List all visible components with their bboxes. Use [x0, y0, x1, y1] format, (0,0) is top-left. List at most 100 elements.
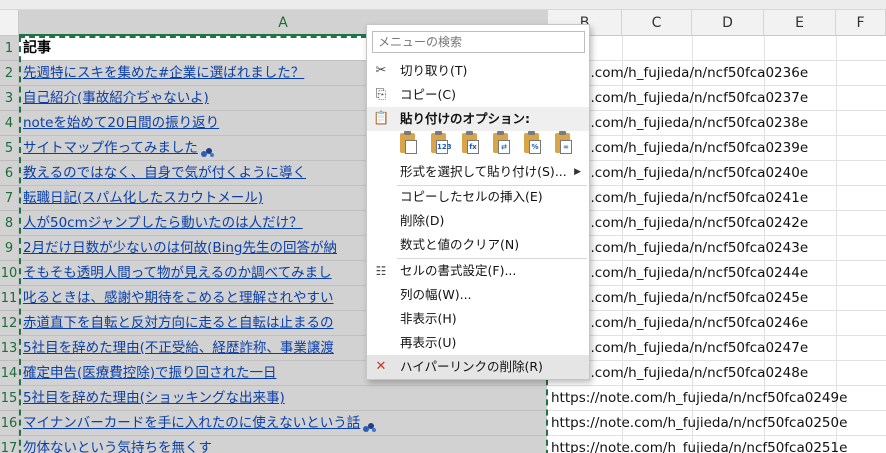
url-cell[interactable]: //note.com/h_fujieda/n/ncf50fca0238e — [548, 111, 886, 136]
clipboard-icon: 📋 — [373, 111, 390, 126]
row-header[interactable]: 7 — [0, 186, 19, 211]
cell-text: 5社目を辞めた理由(ショッキングな出来事) — [23, 390, 285, 406]
menu-item-label: 列の幅(W)... — [400, 287, 472, 302]
row-header[interactable]: 14 — [0, 361, 19, 386]
menu-item-label: 数式と値のクリア(N) — [400, 237, 520, 252]
url-cell[interactable]: //note.com/h_fujieda/n/ncf50fca0241e — [548, 186, 886, 211]
cell-text: 勿体ないという気持ちを無くす — [23, 440, 212, 453]
cell-text: 記事 — [23, 40, 51, 56]
menu-item-label: コピーしたセルの挿入(E) — [400, 189, 543, 204]
menu-item-remove-hyperlinks[interactable]: ✕ ハイパーリンクの削除(R) — [367, 355, 589, 379]
paste-formatting-icon[interactable]: % — [522, 131, 544, 157]
cell-text: 自己紹介(事故紹介ぢゃないよ) — [23, 90, 209, 106]
row-header[interactable]: 16 — [0, 411, 19, 436]
article-link-cell[interactable]: マイナンバーカードを手に入れたのに使えないという話 — [19, 411, 547, 436]
row-header[interactable]: 17 — [0, 436, 19, 453]
format-cells-icon: ☷ — [375, 264, 387, 278]
url-cell[interactable]: //note.com/h_fujieda/n/ncf50fca0237e — [548, 86, 886, 111]
paste-options-header: 📋 貼り付けのオプション: — [367, 107, 589, 131]
row-header[interactable]: 6 — [0, 161, 19, 186]
paste-icon[interactable] — [398, 131, 420, 157]
url-cell[interactable]: https://note.com/h_fujieda/n/ncf50fca025… — [548, 411, 886, 436]
row-header[interactable]: 4 — [0, 111, 19, 136]
submenu-arrow-icon: ▶ — [574, 167, 581, 177]
row-header[interactable]: 11 — [0, 286, 19, 311]
paste-link-icon[interactable]: ∞ — [553, 131, 575, 157]
paste-formulas-icon[interactable]: fx — [460, 131, 482, 157]
remove-link-icon: ✕ — [375, 359, 387, 374]
url-cell[interactable]: //note.com/h_fujieda/n/ncf50fca0245e — [548, 286, 886, 311]
menu-item-label: ハイパーリンクの削除(R) — [400, 359, 543, 374]
column-header-d[interactable]: D — [692, 10, 764, 36]
row-header[interactable]: 13 — [0, 336, 19, 361]
row-header[interactable]: 9 — [0, 236, 19, 261]
menu-item-copy[interactable]: ⎘ コピー(C) — [367, 83, 589, 107]
cell-text: 赤道直下を自転と反対方向に走ると自転は止まるの — [23, 315, 334, 331]
cell-text: 叱るときは、感謝や期待をこめると理解されやすい — [23, 290, 334, 306]
cell-text: 人が50cmジャンプしたら動いたのは人だけ？ — [23, 215, 303, 231]
row-header[interactable]: 3 — [0, 86, 19, 111]
row-header[interactable]: 8 — [0, 211, 19, 236]
url-cell[interactable]: //note.com/h_fujieda/n/ncf50fca0242e — [548, 211, 886, 236]
copy-icon: ⎘ — [375, 87, 387, 102]
column-header-f[interactable]: F — [836, 10, 886, 36]
url-cell[interactable]: //note.com/h_fujieda/n/ncf50fca0247e — [548, 336, 886, 361]
article-link-cell[interactable]: 5社目を辞めた理由(ショッキングな出来事) — [19, 386, 547, 411]
menu-item-paste-special[interactable]: 形式を選択して貼り付け(S)... ▶ — [367, 160, 589, 184]
scissors-icon: ✂ — [375, 63, 387, 78]
cell-text: noteを始めて20日間の振り返り — [23, 115, 220, 131]
menu-item-label: 再表示(U) — [400, 335, 457, 350]
cell-text: 2月だけ日数が少ないのは何故(Bing先生の回答が納 — [23, 240, 337, 256]
menu-item-label: 削除(D) — [400, 213, 445, 228]
cell-text: サイトマップ作ってみました — [23, 140, 198, 156]
url-cell[interactable]: //note.com/h_fujieda/n/ncf50fca0243e — [548, 236, 886, 261]
menu-item-column-width[interactable]: 列の幅(W)... — [367, 283, 589, 307]
row-header[interactable]: 15 — [0, 386, 19, 411]
row-header[interactable]: 1 — [0, 36, 19, 61]
url-cell[interactable] — [548, 36, 886, 61]
menu-item-label: セルの書式設定(F)... — [400, 263, 517, 278]
url-cell[interactable]: //note.com/h_fujieda/n/ncf50fca0248e — [548, 361, 886, 386]
column-header-c[interactable]: C — [622, 10, 692, 36]
url-cell[interactable]: //note.com/h_fujieda/n/ncf50fca0240e — [548, 161, 886, 186]
menu-item-label: 切り取り(T) — [400, 63, 468, 78]
menu-item-format-cells[interactable]: ☷ セルの書式設定(F)... — [367, 259, 589, 283]
article-link-cell[interactable]: 勿体ないという気持ちを無くす — [19, 436, 547, 453]
url-cell[interactable]: https://note.com/h_fujieda/n/ncf50fca025… — [548, 436, 886, 453]
row-header[interactable]: 2 — [0, 61, 19, 86]
select-all-corner[interactable] — [0, 10, 19, 36]
menu-item-unhide[interactable]: 再表示(U) — [367, 331, 589, 355]
menu-search-input[interactable]: メニューの検索 — [372, 31, 585, 53]
menu-item-clear-contents[interactable]: 数式と値のクリア(N) — [367, 233, 589, 257]
cell-text: マイナンバーカードを手に入れたのに使えないという話 — [23, 415, 361, 431]
sparkle-emoji-icon — [200, 142, 215, 157]
menu-item-label: 非表示(H) — [400, 311, 457, 326]
menu-item-delete[interactable]: 削除(D) — [367, 209, 589, 233]
row-header[interactable]: 12 — [0, 311, 19, 336]
menu-item-label: 形式を選択して貼り付け(S)... — [400, 164, 567, 179]
paste-values-icon[interactable]: 123 — [429, 131, 452, 157]
menu-item-label: コピー(C) — [400, 87, 456, 102]
column-header-e[interactable]: E — [764, 10, 836, 36]
url-cell[interactable]: //note.com/h_fujieda/n/ncf50fca0239e — [548, 136, 886, 161]
url-cell[interactable]: https://note.com/h_fujieda/n/ncf50fca024… — [548, 386, 886, 411]
cell-text: 先週特にスキを集めた#企業に選ばれました？ — [23, 65, 305, 81]
url-cell[interactable]: //note.com/h_fujieda/n/ncf50fca0246e — [548, 311, 886, 336]
context-menu: メニューの検索 ✂ 切り取り(T) ⎘ コピー(C) 📋 貼り付けのオプション:… — [366, 24, 590, 380]
row-header[interactable]: 5 — [0, 136, 19, 161]
paste-transpose-icon[interactable]: ⇄ — [491, 131, 513, 157]
menu-item-hide[interactable]: 非表示(H) — [367, 307, 589, 331]
sparkle-emoji-icon — [362, 417, 377, 432]
cell-text: 確定申告(医療費控除)で振り回された一日 — [23, 365, 277, 381]
cell-text: 教えるのではなく、自身で気が付くように導く — [23, 165, 307, 181]
cell-text: 5社目を辞めた理由(不正受給、経歴詐称、事業譲渡 — [23, 340, 334, 356]
cell-text: そもそも透明人間って物が見えるのか調べてみまし — [23, 265, 332, 281]
cell-text: 転職日記(スパム化したスカウトメール) — [23, 190, 264, 206]
menu-item-insert-copied-cells[interactable]: コピーしたセルの挿入(E) — [367, 185, 589, 209]
formula-bar-strip — [0, 0, 886, 10]
row-header[interactable]: 10 — [0, 261, 19, 286]
url-cell[interactable]: //note.com/h_fujieda/n/ncf50fca0244e — [548, 261, 886, 286]
menu-item-label: 貼り付けのオプション: — [400, 111, 530, 126]
menu-item-cut[interactable]: ✂ 切り取り(T) — [367, 59, 589, 83]
url-cell[interactable]: //note.com/h_fujieda/n/ncf50fca0236e — [548, 61, 886, 86]
